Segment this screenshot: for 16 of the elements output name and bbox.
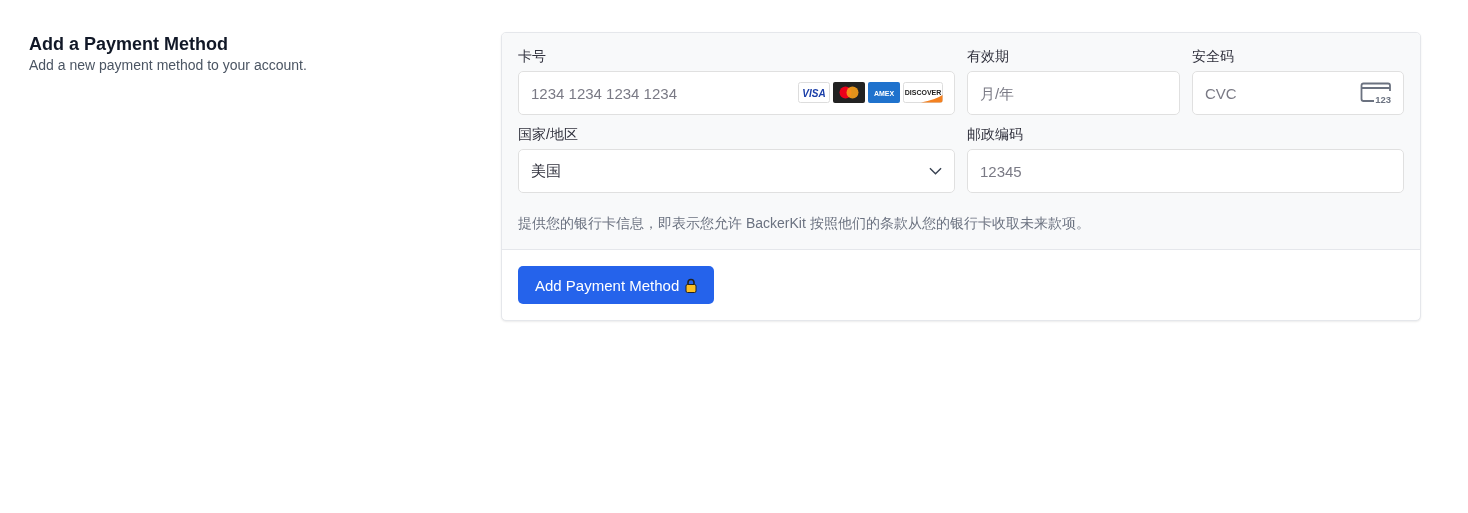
section-title: Add a Payment Method <box>29 33 230 55</box>
visa-logo: VISA <box>798 82 830 103</box>
expiry-field[interactable]: 月/年 <box>967 71 1180 115</box>
chevron-down-icon <box>929 167 942 175</box>
field-label: 有效期 <box>967 47 1010 65</box>
field-label: 国家/地区 <box>518 125 579 143</box>
add-payment-method-button[interactable]: Add Payment Method <box>518 266 715 304</box>
country-select[interactable]: 美国 <box>518 149 955 193</box>
mastercard-logo <box>833 82 865 103</box>
field-label: 卡号 <box>518 47 547 65</box>
consent-text: 提供您的银行卡信息，即表示您允许 BackerKit 按照他们的条款从您的银行卡收取未来款项。 <box>518 215 1091 233</box>
field-label: 安全码 <box>1192 47 1235 65</box>
section-subtitle: Add a new payment method to your account. <box>29 57 308 73</box>
field-label: 邮政编码 <box>967 125 1024 143</box>
postal-code-field[interactable]: 12345 <box>967 149 1404 193</box>
lock-icon <box>685 277 698 293</box>
